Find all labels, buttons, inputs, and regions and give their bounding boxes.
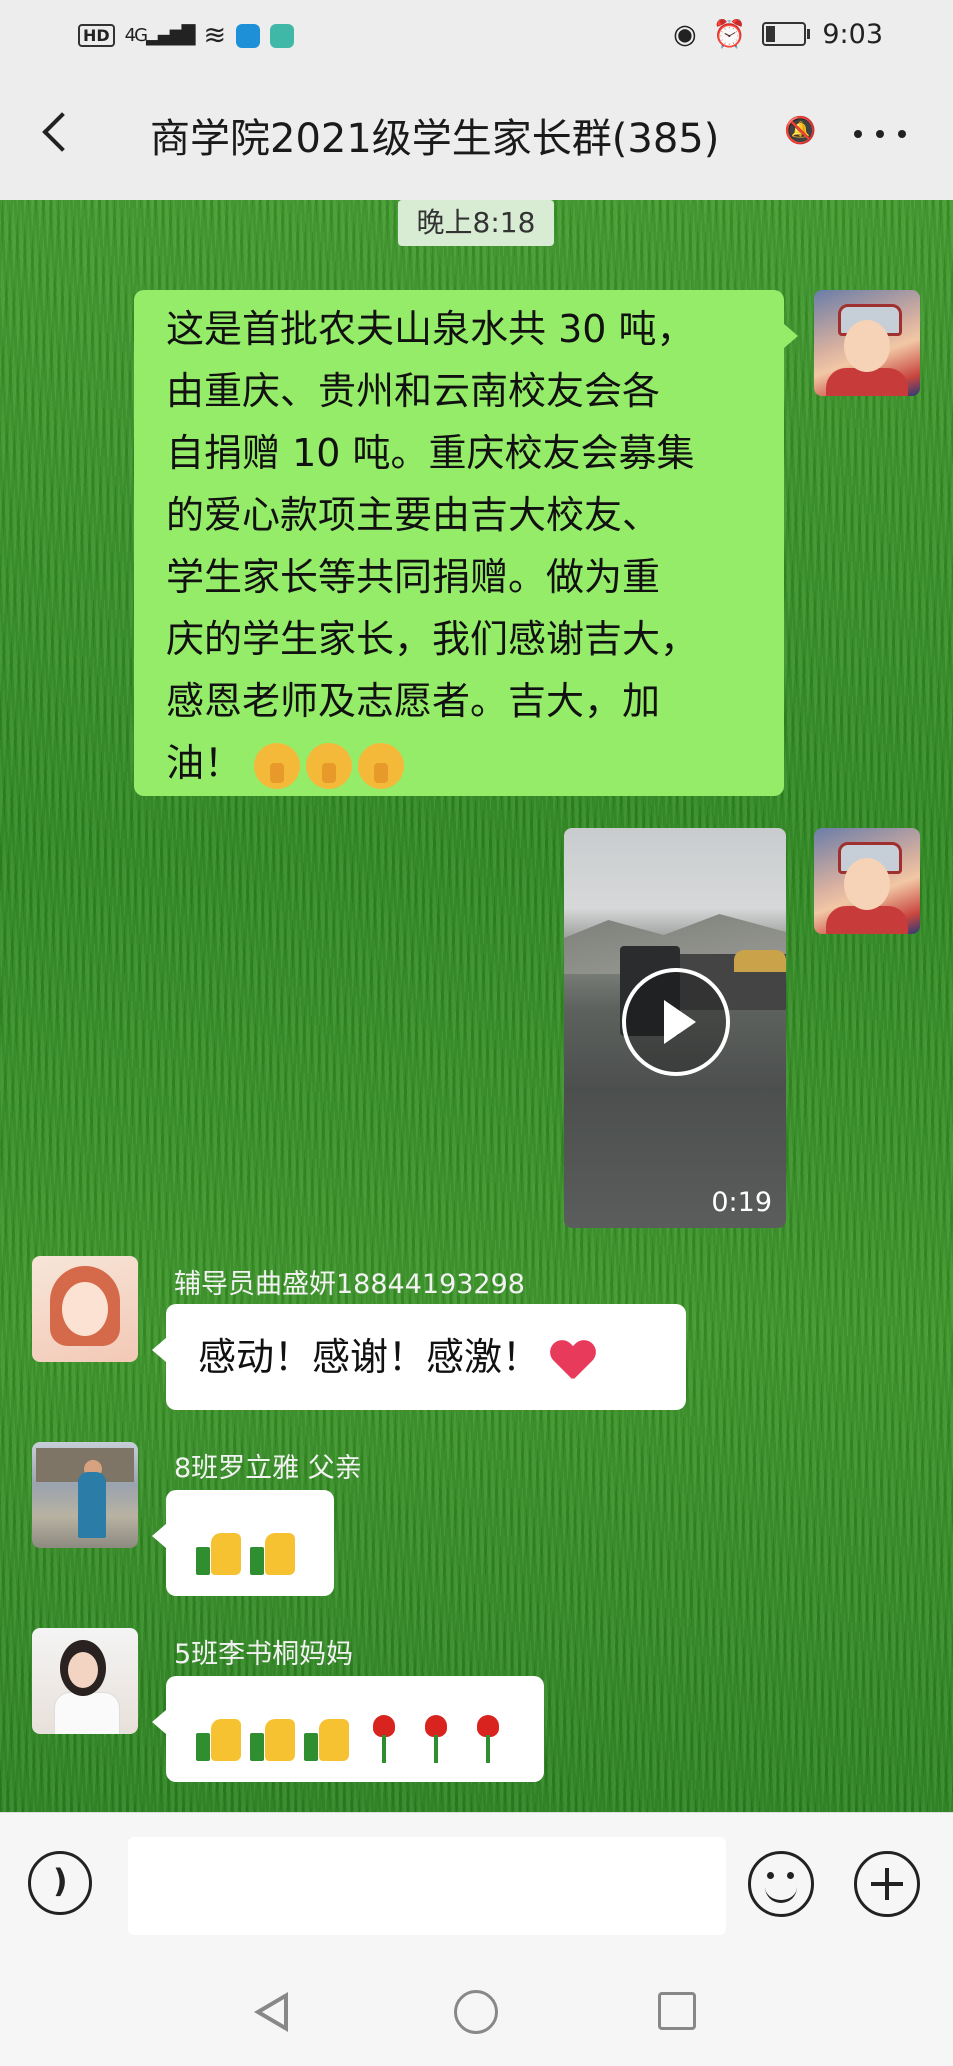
more-actions-icon[interactable] <box>854 1851 920 1917</box>
thumbs-up-emoji-icon <box>304 1715 354 1761</box>
message-line: 油！ <box>166 741 243 785</box>
message-line: 学生家长等共同捐赠。做为重 <box>166 555 661 599</box>
shush-face-emoji-icon <box>358 742 405 789</box>
red-heart-emoji-icon <box>550 1339 596 1381</box>
play-icon[interactable] <box>622 968 730 1076</box>
incoming-emoji-bubble[interactable] <box>152 1676 544 1782</box>
shush-face-emoji-icon <box>254 742 301 789</box>
thumbs-up-emoji-icon <box>196 1529 246 1575</box>
thumbs-up-emoji-icon <box>250 1529 300 1575</box>
thumbs-up-emoji-icon <box>250 1715 300 1761</box>
emoji-picker-icon[interactable] <box>748 1851 814 1917</box>
video-duration: 0:19 <box>711 1187 772 1218</box>
incoming-text-bubble[interactable]: 感动！感谢！感激！ <box>152 1304 686 1410</box>
sender-avatar[interactable] <box>32 1628 138 1734</box>
sender-avatar[interactable] <box>32 1442 138 1548</box>
app-notification-icon <box>236 23 261 48</box>
nav-back-icon[interactable] <box>254 1992 288 2032</box>
chat-header: 商学院2021级学生家长群(385) 🔕 <box>0 72 953 201</box>
message-line: 自捐赠 10 吨。重庆校友会募集 <box>166 431 695 475</box>
battery-icon <box>762 22 811 46</box>
hd-badge: HD <box>78 24 115 47</box>
alarm-icon: ⏰ <box>712 19 747 50</box>
network-type: 4G <box>124 25 148 46</box>
message-line: 的爱心款项主要由吉大校友、 <box>166 493 661 537</box>
nav-recents-icon[interactable] <box>658 1992 696 2030</box>
sender-name: 5班李书桐妈妈 <box>174 1639 354 1670</box>
message-line: 由重庆、贵州和云南校友会各 <box>166 369 661 413</box>
voice-input-icon[interactable] <box>28 1851 92 1915</box>
clock-time: 9:03 <box>822 18 883 50</box>
thumbs-up-emoji-icon <box>196 1715 246 1761</box>
chat-area[interactable]: 晚上8:18 这是首批农夫山泉水共 30 吨， 由重庆、贵州和云南校友会各 自捐… <box>0 200 953 1812</box>
message-text: 感动！感谢！感激！ <box>198 1335 541 1379</box>
sender-name: 8班罗立雅 父亲 <box>174 1453 362 1484</box>
wifi-icon: ≋ <box>203 20 227 51</box>
outgoing-text-bubble[interactable]: 这是首批农夫山泉水共 30 吨， 由重庆、贵州和云南校友会各 自捐赠 10 吨。… <box>134 290 798 796</box>
message-line: 感恩老师及志愿者。吉大，加 <box>166 679 661 723</box>
rose-emoji-icon <box>367 1713 401 1763</box>
system-nav-bar <box>0 1952 953 2066</box>
mute-icon: 🔕 <box>784 116 817 146</box>
back-button[interactable] <box>30 102 90 162</box>
video-message[interactable]: 0:19 <box>564 828 786 1228</box>
more-options-button[interactable] <box>848 110 918 160</box>
status-bar: HD 4G▂▄▆█ ≋ ◉ ⏰ 9:03 <box>0 0 953 72</box>
nav-home-icon[interactable] <box>454 1990 498 2034</box>
message-line: 庆的学生家长，我们感谢吉大， <box>166 617 699 661</box>
app-notification-icon-2 <box>270 23 295 48</box>
signal-icon: 4G▂▄▆█ <box>124 25 196 46</box>
sender-name: 辅导员曲盛妍18844193298 <box>174 1269 525 1300</box>
message-line: 这是首批农夫山泉水共 30 吨， <box>166 307 695 351</box>
sender-avatar[interactable] <box>32 1256 138 1362</box>
rose-emoji-icon <box>419 1713 453 1763</box>
self-avatar[interactable] <box>814 290 920 396</box>
incoming-emoji-bubble[interactable] <box>152 1490 334 1596</box>
message-input-bar <box>0 1812 953 1953</box>
eye-icon: ◉ <box>673 18 697 50</box>
message-timestamp: 晚上8:18 <box>398 200 554 246</box>
rose-emoji-icon <box>471 1713 505 1763</box>
group-title: 商学院2021级学生家长群(385) <box>150 116 720 162</box>
message-input[interactable] <box>128 1837 726 1935</box>
self-avatar[interactable] <box>814 828 920 934</box>
shush-face-emoji-icon <box>306 742 353 789</box>
